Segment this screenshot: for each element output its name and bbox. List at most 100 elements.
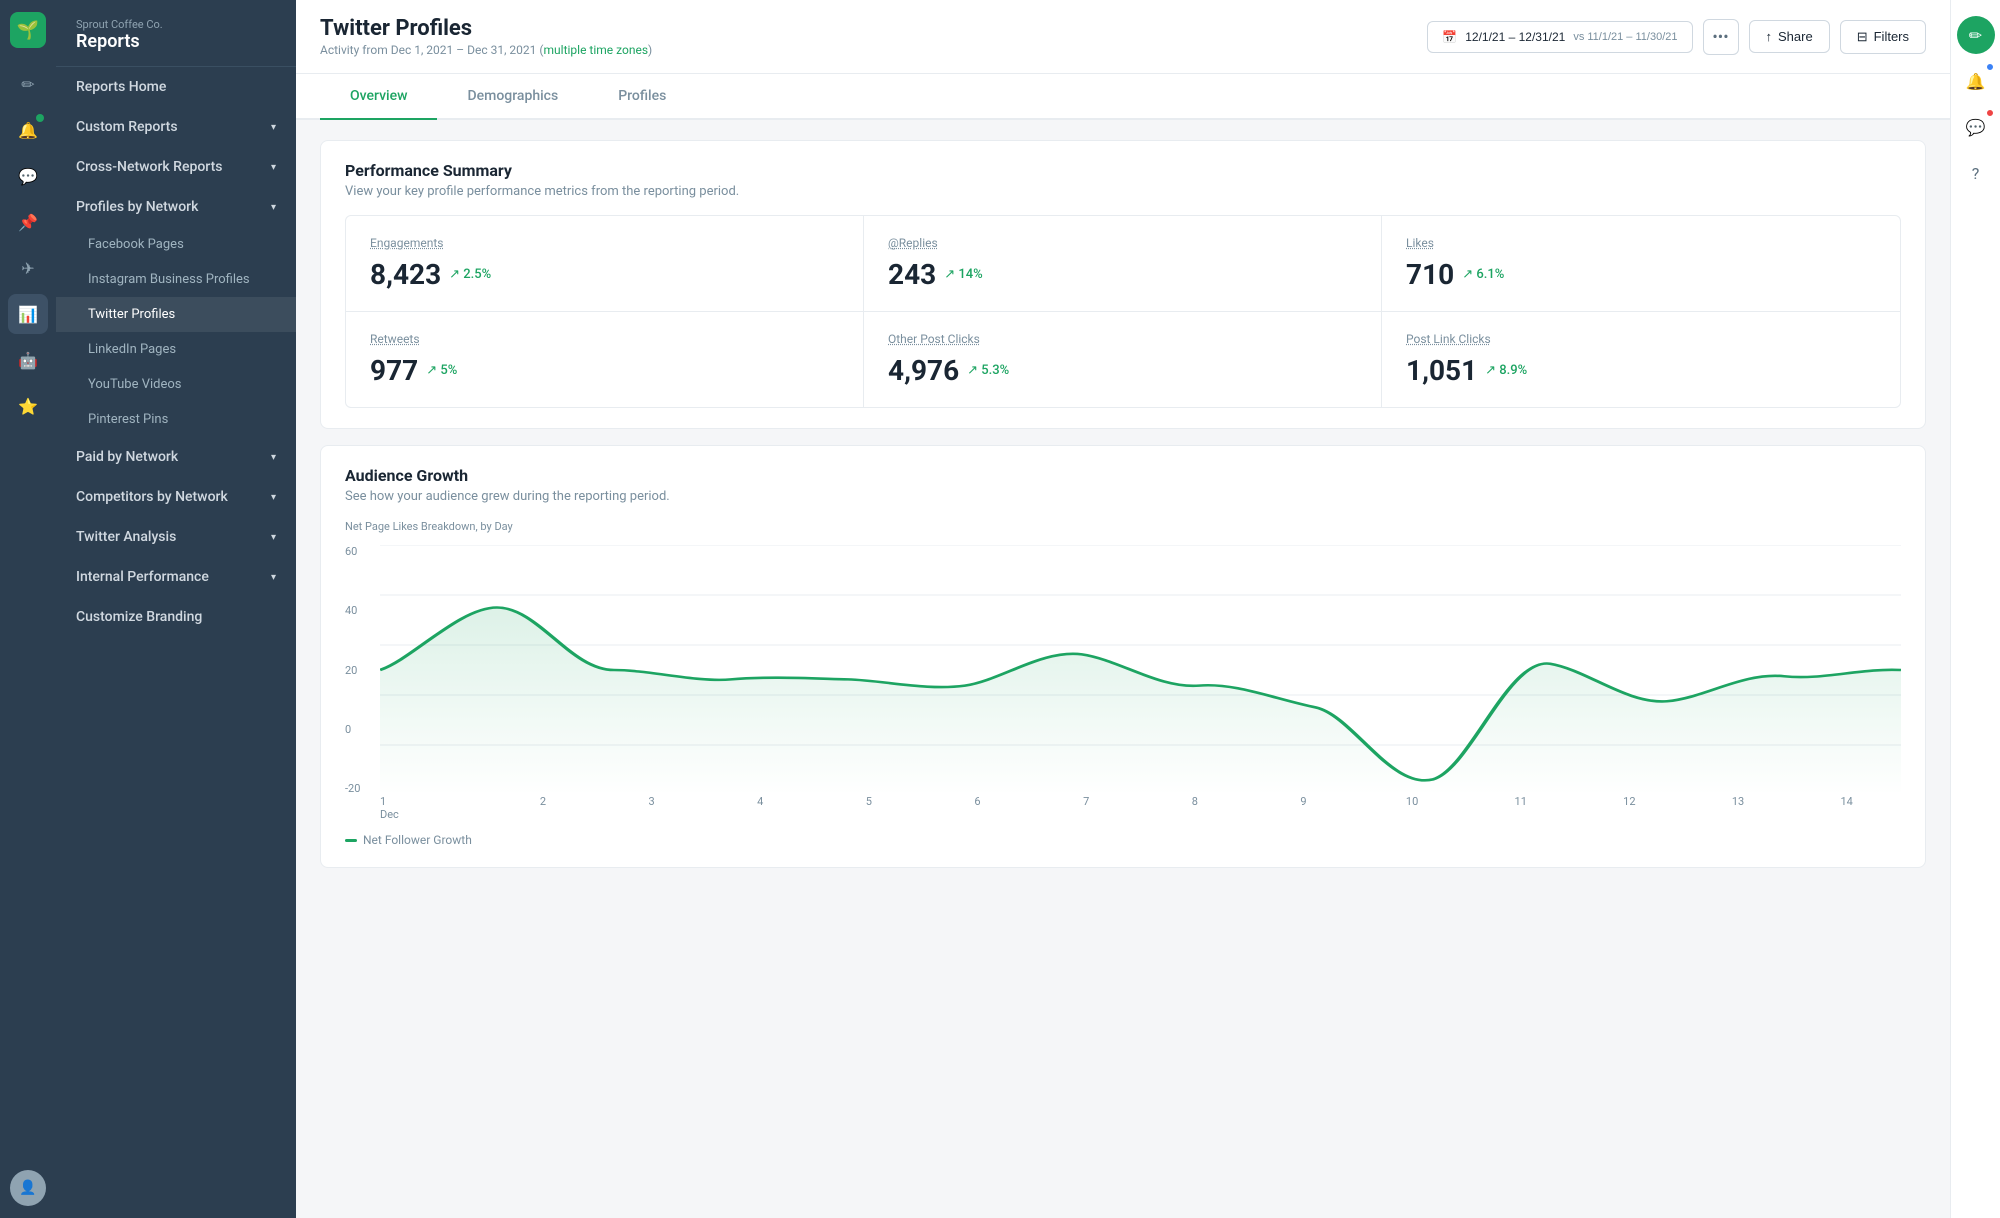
sidebar-item-instagram[interactable]: Instagram Business Profiles: [56, 262, 296, 297]
nav-listening[interactable]: 🤖: [8, 340, 48, 380]
metric-label: Likes: [1406, 236, 1876, 250]
content-area: Performance Summary View your key profil…: [296, 120, 1950, 1218]
share-button[interactable]: ↑ Share: [1749, 20, 1830, 53]
metric-change: ↗ 8.9%: [1485, 363, 1527, 378]
notification-dot: [1985, 62, 1995, 72]
metric-retweets: Retweets 977 ↗ 5%: [346, 312, 864, 407]
calendar-icon: 📅: [1442, 30, 1457, 44]
sidebar-item-youtube[interactable]: YouTube Videos: [56, 367, 296, 402]
main-header: Twitter Profiles Activity from Dec 1, 20…: [296, 0, 1950, 74]
nav-reports[interactable]: 📊: [8, 294, 48, 334]
share-icon: ↑: [1766, 29, 1773, 44]
sidebar: Sprout Coffee Co. Reports Reports Home C…: [56, 0, 296, 1218]
sidebar-item-competitors[interactable]: Competitors by Network ▾: [56, 477, 296, 517]
metric-link-clicks: Post Link Clicks 1,051 ↗ 8.9%: [1382, 312, 1900, 407]
y-axis: 60 40 20 0 -20: [345, 545, 380, 795]
sidebar-item-reports-home[interactable]: Reports Home: [56, 67, 296, 107]
tab-bar: Overview Demographics Profiles: [296, 74, 1950, 120]
edit-button[interactable]: ✏: [1957, 16, 1995, 54]
nav-notifications[interactable]: 🔔: [8, 110, 48, 150]
legend-item-follower-growth: Net Follower Growth: [345, 833, 472, 847]
performance-summary-card: Performance Summary View your key profil…: [320, 140, 1926, 429]
subtitle: Activity from Dec 1, 2021 – Dec 31, 2021…: [320, 43, 652, 57]
metric-other-clicks: Other Post Clicks 4,976 ↗ 5.3%: [864, 312, 1382, 407]
tab-demographics[interactable]: Demographics: [437, 74, 588, 120]
performance-summary-title: Performance Summary: [345, 161, 1901, 180]
sidebar-header: Sprout Coffee Co. Reports: [56, 0, 296, 67]
sidebar-item-twitter[interactable]: Twitter Profiles: [56, 297, 296, 332]
x-axis: 1Dec 2 3 4 5 6 7 8 9 10 11 12 13 14: [380, 795, 1901, 825]
header-actions: 📅 12/1/21 – 12/31/21 vs 11/1/21 – 11/30/…: [1427, 19, 1926, 55]
date-range-button[interactable]: 📅 12/1/21 – 12/31/21 vs 11/1/21 – 11/30/…: [1427, 21, 1692, 53]
sidebar-item-internal[interactable]: Internal Performance ▾: [56, 557, 296, 597]
sidebar-item-profiles-by-network[interactable]: Profiles by Network ▾: [56, 187, 296, 227]
chart-area: 60 40 20 0 -20: [345, 545, 1901, 825]
nav-tasks[interactable]: 📌: [8, 202, 48, 242]
sidebar-item-twitter-analysis[interactable]: Twitter Analysis ▾: [56, 517, 296, 557]
tab-profiles[interactable]: Profiles: [588, 74, 696, 120]
chevron-icon: ▾: [271, 122, 276, 133]
chevron-icon: ▾: [271, 202, 276, 213]
chevron-icon: ▾: [271, 532, 276, 543]
icon-rail: 🌱 ✏ 🔔 💬 📌 ✈ 📊 🤖 ⭐ 👤: [0, 0, 56, 1218]
metric-value: 4,976 ↗ 5.3%: [888, 354, 1357, 387]
metric-change: ↗ 5.3%: [967, 363, 1009, 378]
company-name: Sprout Coffee Co.: [76, 18, 276, 31]
chart-inner: [380, 545, 1901, 795]
help-icon[interactable]: ?: [1957, 154, 1995, 192]
main-content: Twitter Profiles Activity from Dec 1, 20…: [296, 0, 1950, 1218]
app-logo: 🌱: [10, 12, 46, 48]
metric-label: Other Post Clicks: [888, 332, 1357, 346]
metric-value: 710 ↗ 6.1%: [1406, 258, 1876, 291]
tab-overview[interactable]: Overview: [320, 74, 437, 120]
header-left: Twitter Profiles Activity from Dec 1, 20…: [320, 16, 652, 57]
chat-icon[interactable]: 💬: [1957, 108, 1995, 146]
nav-messages[interactable]: 💬: [8, 156, 48, 196]
chevron-icon: ▾: [271, 452, 276, 463]
metric-change: ↗ 5%: [426, 363, 457, 378]
metric-change: ↗ 6.1%: [1462, 267, 1504, 282]
metric-replies: @Replies 243 ↗ 14%: [864, 216, 1382, 312]
sidebar-item-custom-reports[interactable]: Custom Reports ▾: [56, 107, 296, 147]
chevron-icon: ▾: [271, 162, 276, 173]
metric-label: Post Link Clicks: [1406, 332, 1876, 346]
chevron-icon: ▾: [271, 492, 276, 503]
chat-badge: [1985, 108, 1995, 118]
metric-value: 8,423 ↗ 2.5%: [370, 258, 839, 291]
filters-button[interactable]: ⊟ Filters: [1840, 20, 1926, 54]
sidebar-item-cross-network[interactable]: Cross-Network Reports ▾: [56, 147, 296, 187]
metric-label: Engagements: [370, 236, 839, 250]
audience-growth-title: Audience Growth: [345, 466, 1901, 485]
chart-legend: Net Follower Growth: [345, 833, 1901, 847]
metric-engagements: Engagements 8,423 ↗ 2.5%: [346, 216, 864, 312]
metrics-grid: Engagements 8,423 ↗ 2.5% @Replies 243 ↗ …: [345, 215, 1901, 408]
right-rail: ✏ 🔔 💬 ?: [1950, 0, 2000, 1218]
sidebar-item-branding[interactable]: Customize Branding: [56, 597, 296, 637]
notification-badge: [36, 114, 44, 122]
audience-growth-card: Audience Growth See how your audience gr…: [320, 445, 1926, 868]
metric-likes: Likes 710 ↗ 6.1%: [1382, 216, 1900, 312]
notifications-icon[interactable]: 🔔: [1957, 62, 1995, 100]
audience-growth-subtitle: See how your audience grew during the re…: [345, 489, 1901, 504]
metric-value: 1,051 ↗ 8.9%: [1406, 354, 1876, 387]
nav-favorites[interactable]: ⭐: [8, 386, 48, 426]
sidebar-item-facebook[interactable]: Facebook Pages: [56, 227, 296, 262]
sidebar-item-pinterest[interactable]: Pinterest Pins: [56, 402, 296, 437]
page-title: Twitter Profiles: [320, 16, 652, 41]
line-chart-svg: [380, 545, 1901, 795]
user-avatar[interactable]: 👤: [10, 1170, 46, 1206]
legend-color: [345, 839, 357, 842]
nav-publishing[interactable]: ✈: [8, 248, 48, 288]
metric-value: 977 ↗ 5%: [370, 354, 839, 387]
nav-compose[interactable]: ✏: [8, 64, 48, 104]
metric-change: ↗ 14%: [944, 267, 982, 282]
metric-label: Retweets: [370, 332, 839, 346]
metric-value: 243 ↗ 14%: [888, 258, 1357, 291]
chart-label: Net Page Likes Breakdown, by Day: [345, 520, 1901, 533]
chevron-icon: ▾: [271, 572, 276, 583]
metric-label: @Replies: [888, 236, 1357, 250]
metric-change: ↗ 2.5%: [449, 267, 491, 282]
sidebar-item-paid[interactable]: Paid by Network ▾: [56, 437, 296, 477]
more-options-button[interactable]: •••: [1703, 19, 1739, 55]
sidebar-item-linkedin[interactable]: LinkedIn Pages: [56, 332, 296, 367]
